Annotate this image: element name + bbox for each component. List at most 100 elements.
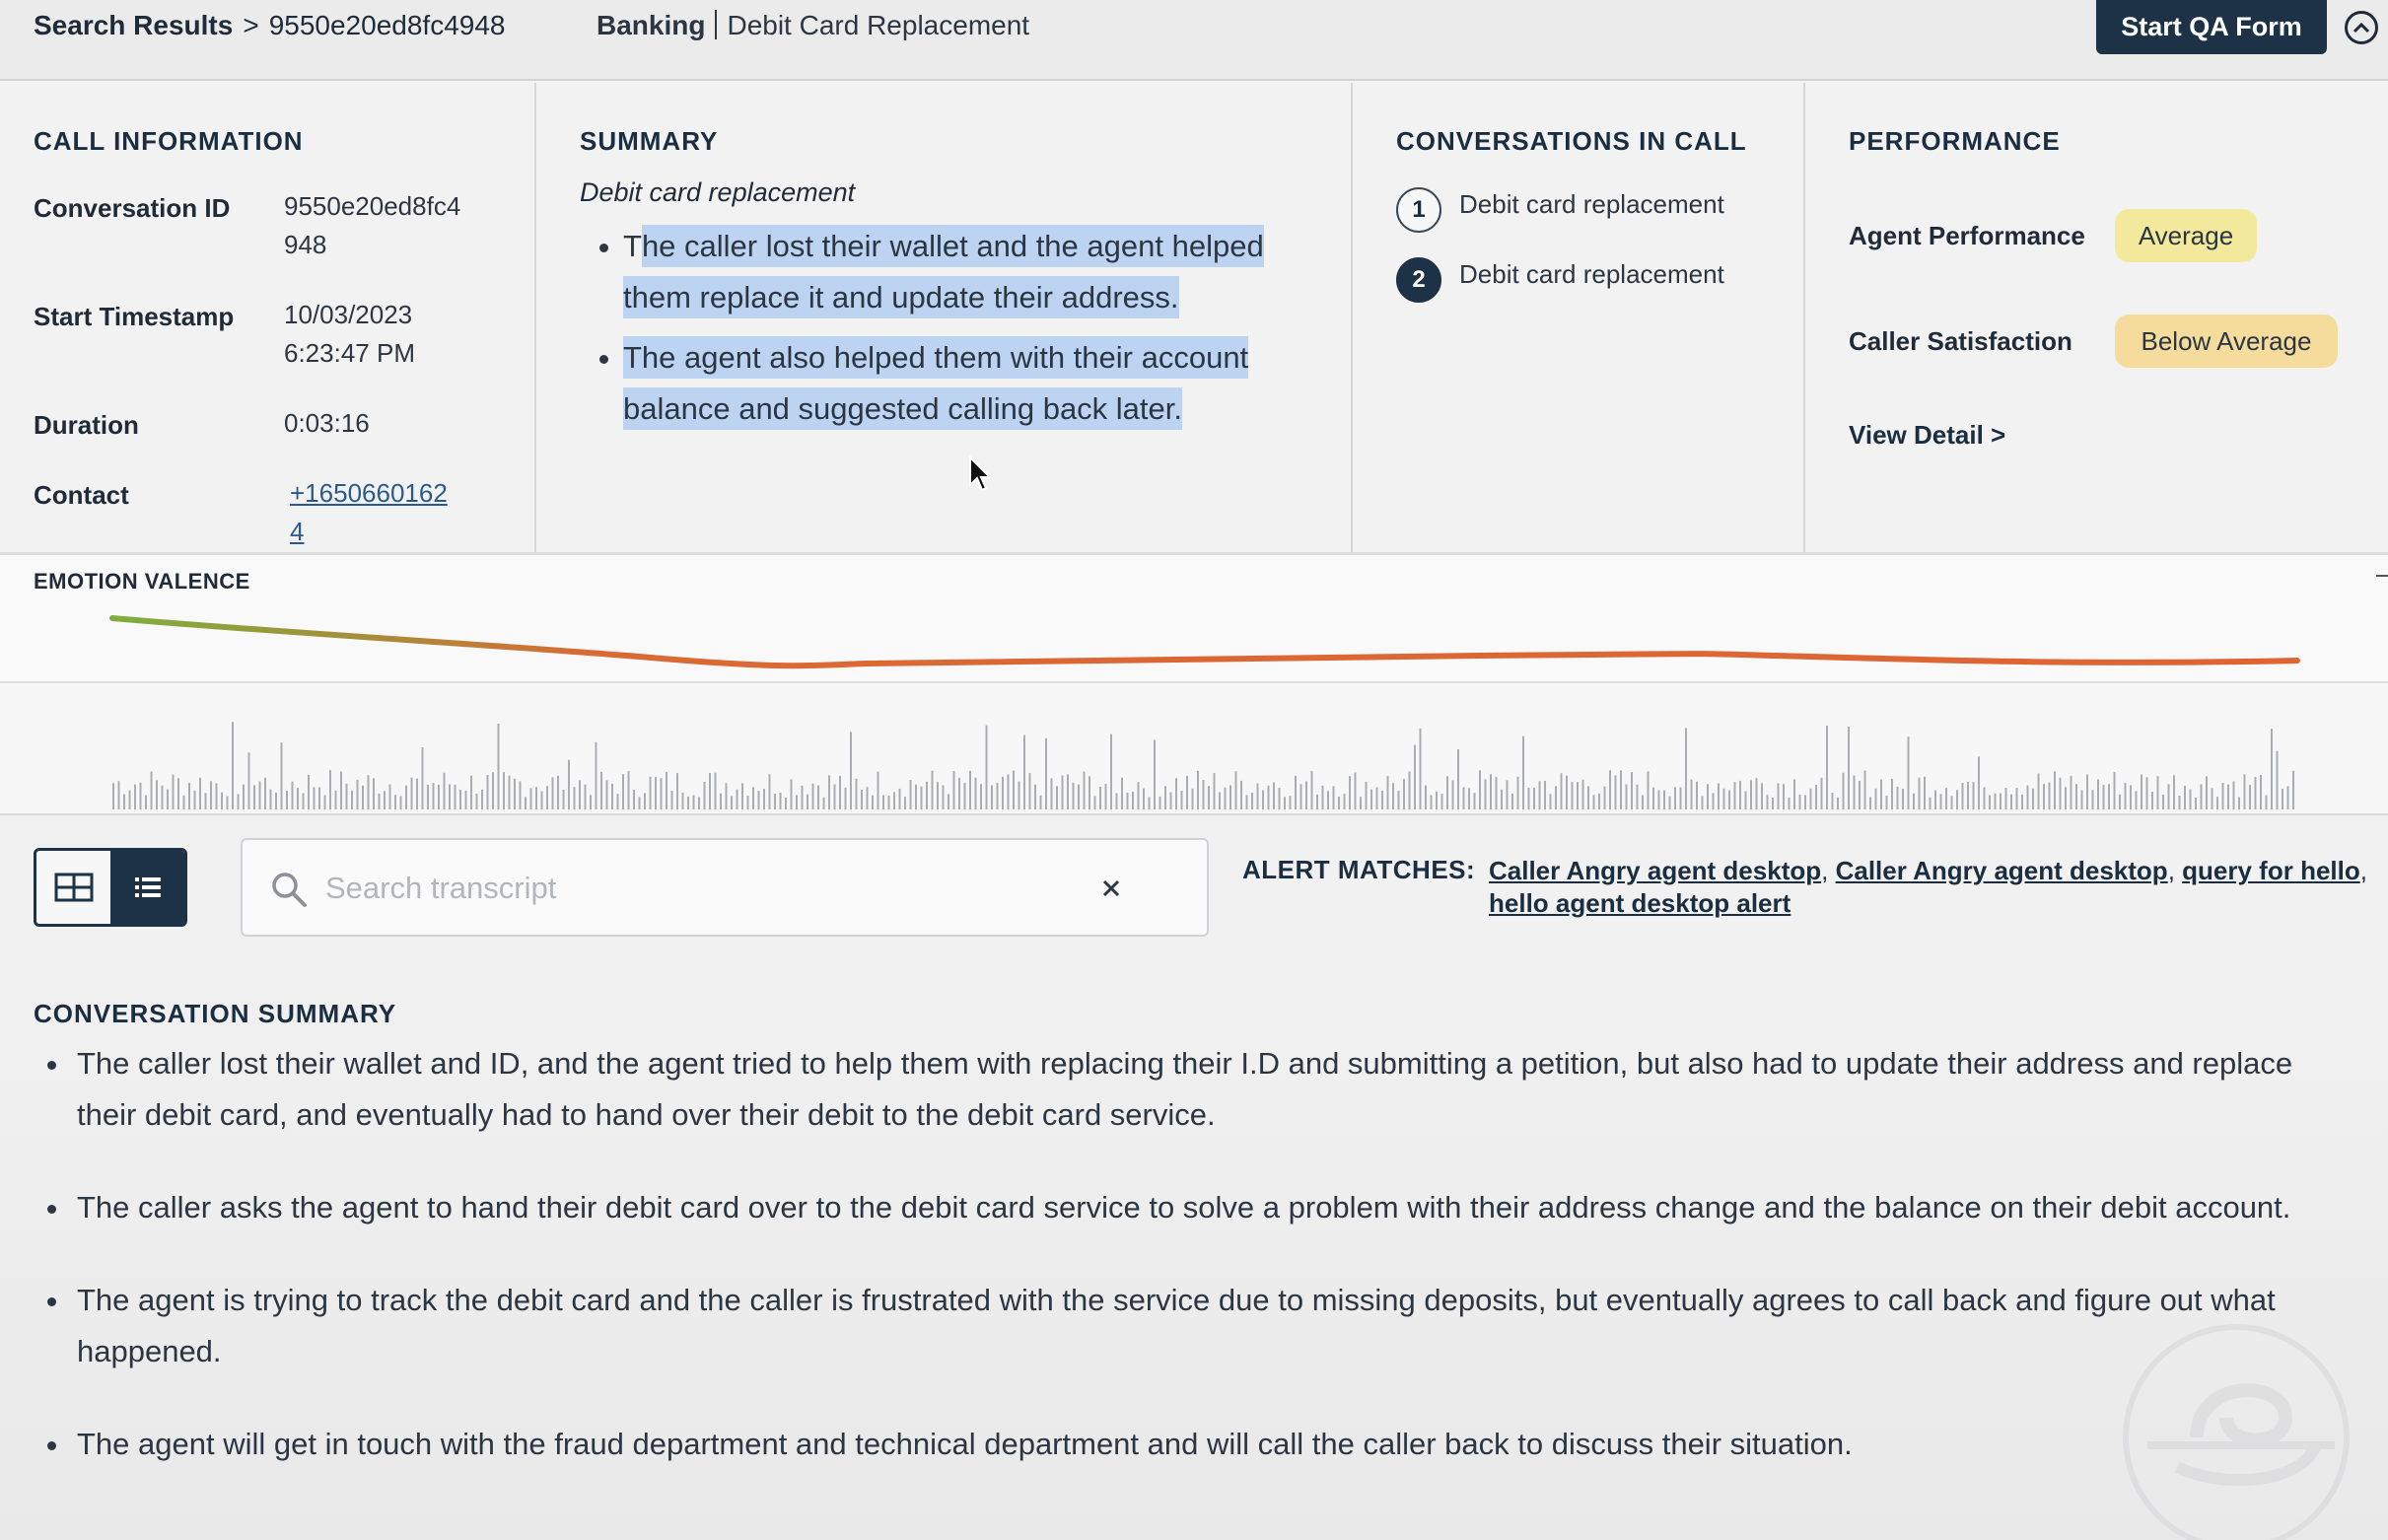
- emotion-valence-chart: [109, 615, 2300, 669]
- waveform-bar: [416, 778, 418, 809]
- waveform-bar: [1885, 796, 1888, 809]
- conversation-item-2[interactable]: 2 Debit card replacement: [1396, 257, 1724, 303]
- waveform-bar: [2167, 784, 2170, 809]
- waveform-bar: [1338, 797, 1340, 809]
- waveform-bar: [247, 752, 250, 809]
- waveform-bar: [861, 790, 863, 809]
- grid-view-icon[interactable]: [36, 851, 110, 924]
- waveform-bar: [644, 793, 646, 809]
- waveform-bar: [1251, 793, 1253, 809]
- summary-bullet-highlight: he caller lost their wallet and the agen…: [623, 225, 1264, 318]
- waveform-bar: [2097, 779, 2099, 809]
- waveform-bar: [666, 771, 667, 809]
- alert-link[interactable]: hello agent desktop alert: [1489, 888, 1791, 918]
- close-icon[interactable]: [1094, 872, 1128, 905]
- waveform-bar: [443, 772, 446, 809]
- waveform-bar: [1522, 735, 1524, 809]
- waveform-bar: [1566, 775, 1568, 809]
- waveform-bar: [373, 778, 375, 809]
- waveform-bar: [1397, 791, 1400, 809]
- search-transcript-input[interactable]: [325, 864, 1094, 913]
- waveform-bar: [2184, 786, 2186, 809]
- waveform-bar: [345, 783, 348, 809]
- waveform-bar: [1484, 779, 1487, 809]
- waveform-bar: [1197, 770, 1199, 809]
- waveform-bar: [1842, 772, 1845, 809]
- waveform-bar: [1696, 781, 1698, 809]
- waveform-bar: [568, 759, 570, 809]
- conversations-title: CONVERSATIONS IN CALL: [1396, 126, 1747, 156]
- view-detail-link[interactable]: View Detail >: [1849, 420, 2005, 451]
- waveform-bar: [535, 787, 537, 809]
- waveform-bar: [1853, 775, 1856, 809]
- waveform-bar: [275, 792, 277, 809]
- waveform-bar: [264, 777, 266, 809]
- waveform-bar: [1544, 781, 1546, 809]
- conversation-item-1[interactable]: 1 Debit card replacement: [1396, 187, 1724, 233]
- waveform-bar: [692, 795, 695, 809]
- waveform-bar: [969, 770, 971, 809]
- summary-subtitle: Debit card replacement: [580, 177, 856, 207]
- waveform-bar: [1668, 796, 1671, 809]
- waveform-bar: [2156, 776, 2159, 809]
- waveform-bar: [655, 777, 657, 809]
- waveform-bar: [2286, 786, 2289, 809]
- waveform-bar: [1625, 784, 1628, 809]
- waveform-bar: [1560, 773, 1563, 809]
- contact-link-line2[interactable]: 4: [290, 513, 448, 551]
- contact-link[interactable]: +1650660162 4: [290, 474, 448, 551]
- waveform-bar: [454, 784, 457, 809]
- alert-link[interactable]: Caller Angry agent desktop: [1836, 856, 2168, 885]
- waveform-bar: [660, 778, 663, 809]
- waveform-bar: [2065, 787, 2067, 809]
- waveform-bar: [193, 790, 196, 809]
- waveform-bar: [1365, 781, 1368, 809]
- waveform-bar: [503, 772, 505, 809]
- summary-title: SUMMARY: [580, 126, 719, 156]
- waveform-bar: [1240, 780, 1242, 809]
- waveform-bar: [1273, 782, 1275, 809]
- waveform-bar: [1598, 793, 1600, 809]
- start-qa-form-button[interactable]: Start QA Form: [2096, 0, 2327, 54]
- waveform-bar: [1549, 794, 1552, 809]
- waveform-bar: [909, 780, 912, 809]
- waveform-bar: [649, 776, 652, 809]
- waveform-bar: [1332, 786, 1335, 809]
- alert-link[interactable]: query for hello: [2182, 856, 2360, 885]
- waveform-bar: [833, 784, 836, 809]
- waveform-bar: [676, 773, 678, 809]
- waveform-bar: [139, 782, 142, 809]
- waveform-bar: [1929, 797, 1931, 809]
- waveform-bar: [2004, 788, 2007, 809]
- waveform-bar: [182, 795, 185, 809]
- breadcrumb-search-results[interactable]: Search Results: [34, 10, 233, 40]
- waveform-bar: [616, 794, 619, 809]
- alert-link[interactable]: Caller Angry agent desktop: [1489, 856, 1821, 885]
- chevron-up-circle-icon[interactable]: [2345, 11, 2378, 44]
- waveform-bar: [1115, 793, 1118, 809]
- waveform-bar: [1956, 790, 1958, 809]
- waveform-bar: [1078, 784, 1080, 809]
- minimize-icon[interactable]: [2376, 575, 2388, 577]
- subcategory-label: Debit Card Replacement: [727, 10, 1030, 40]
- contact-link-line1[interactable]: +1650660162: [290, 474, 448, 513]
- waveform-bar: [2124, 783, 2127, 809]
- waveform-bar: [1013, 770, 1015, 809]
- list-view-icon[interactable]: [110, 851, 184, 924]
- waveform-bar: [1620, 770, 1622, 809]
- waveform-bar: [1798, 795, 1801, 809]
- waveform-bar: [1837, 797, 1839, 809]
- waveform-bar: [150, 771, 153, 809]
- waveform-bar: [790, 779, 793, 809]
- waveform-bar: [1132, 792, 1134, 809]
- waveform-bar: [1701, 796, 1704, 809]
- waveform-bar: [1007, 774, 1010, 809]
- waveform-bar: [1978, 756, 1980, 809]
- duration-value: 0:03:16: [284, 408, 370, 438]
- start-timestamp-label: Start Timestamp: [34, 302, 235, 331]
- audio-waveform[interactable]: [0, 683, 2388, 813]
- waveform-bar: [915, 784, 917, 809]
- waveform-bar: [974, 777, 977, 809]
- alert-matches-list: Caller Angry agent desktop, Caller Angry…: [1489, 856, 2367, 918]
- waveform-bar: [410, 777, 413, 809]
